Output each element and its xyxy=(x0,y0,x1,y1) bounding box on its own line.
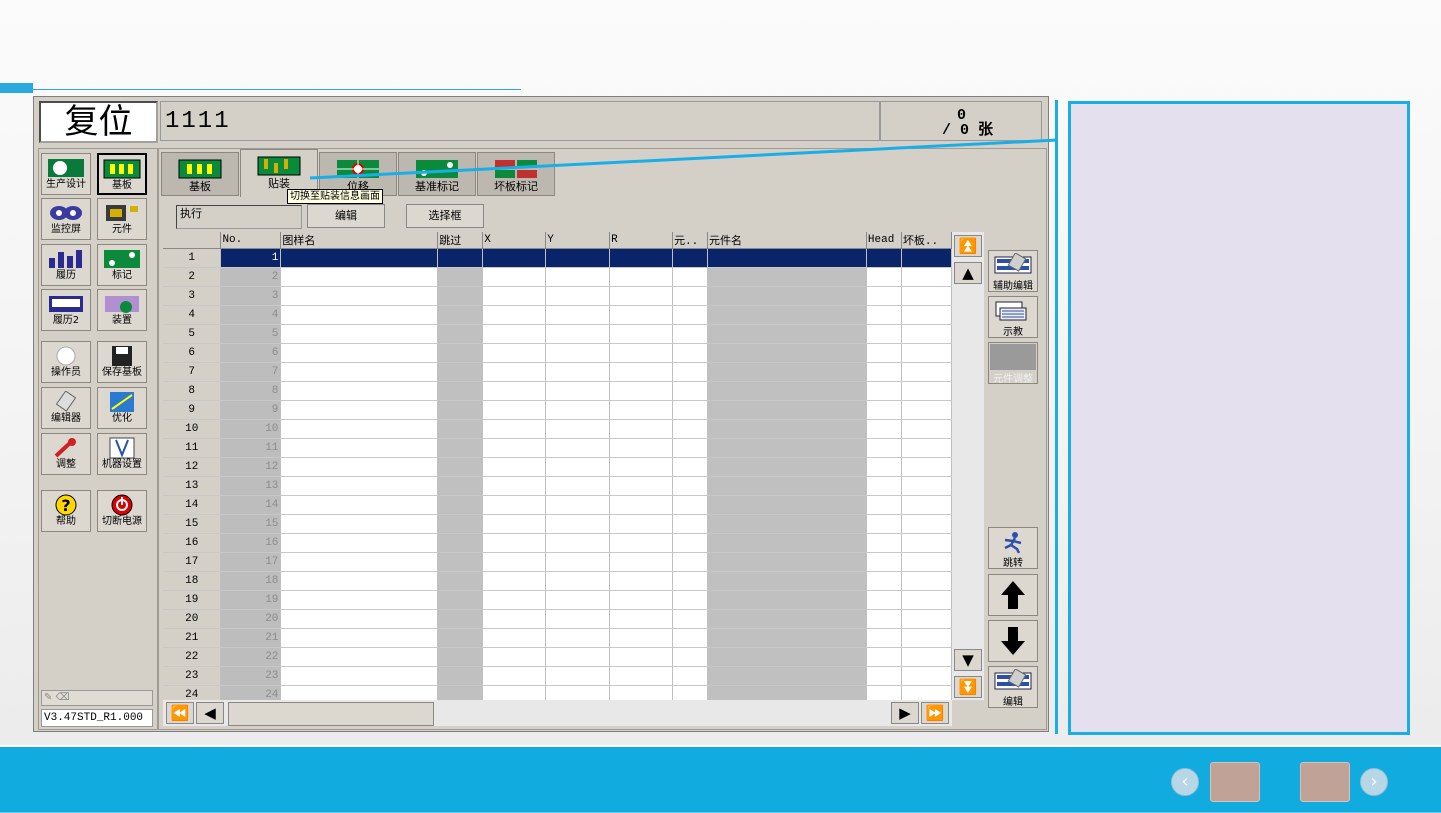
next-slide-button[interactable] xyxy=(1300,762,1350,802)
callout-divider xyxy=(1055,100,1058,734)
next-slide-icon[interactable]: › xyxy=(1360,768,1388,796)
callout-box xyxy=(1068,101,1410,735)
prev-slide-icon[interactable]: ‹ xyxy=(1171,768,1199,796)
prev-slide-button[interactable] xyxy=(1210,762,1260,802)
